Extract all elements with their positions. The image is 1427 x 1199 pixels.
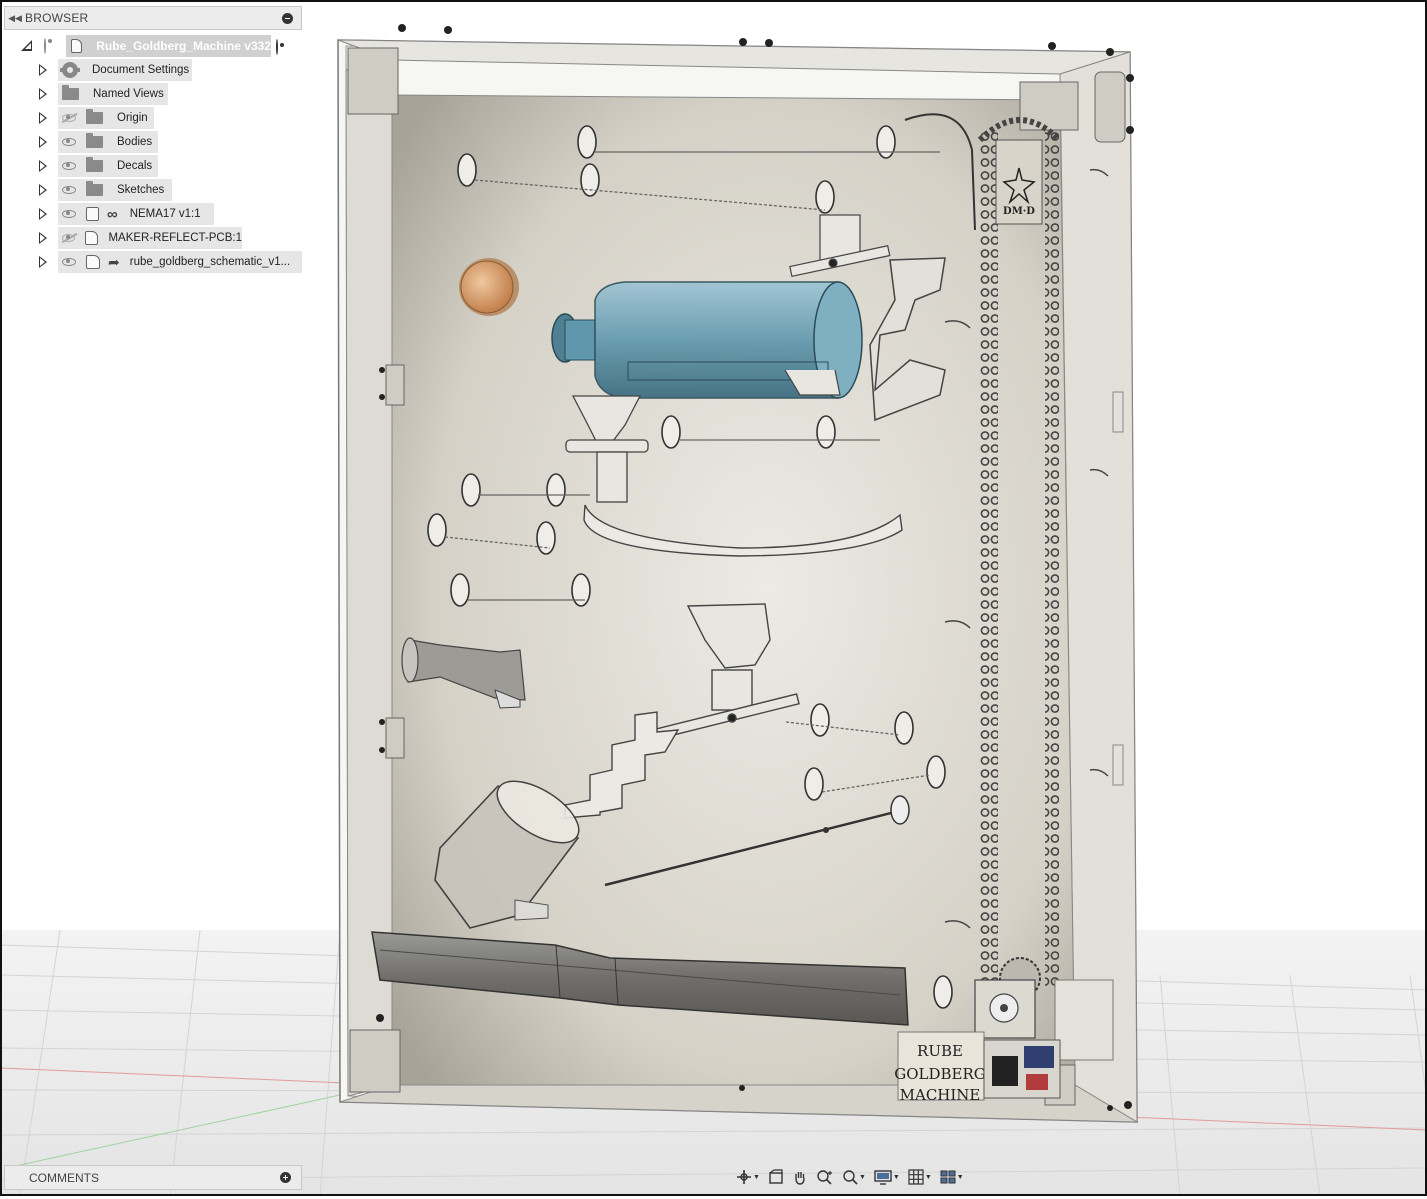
collapse-panel-icon[interactable]: ◀◀ bbox=[5, 13, 25, 24]
tree-item-label: Bodies bbox=[117, 136, 153, 148]
comments-panel[interactable]: COMMENTS bbox=[4, 1165, 302, 1190]
tree-item-origin[interactable]: Origin bbox=[4, 106, 304, 130]
collapsed-arrow-icon[interactable] bbox=[39, 160, 47, 172]
root-component[interactable]: Rube_Goldberg_Machine v332 bbox=[66, 35, 271, 57]
tree-item-nema17[interactable]: ∞ NEMA17 v1:1 bbox=[4, 202, 304, 226]
tree-item-sketches[interactable]: Sketches bbox=[4, 178, 304, 202]
gear-icon bbox=[60, 62, 80, 78]
collapsed-arrow-icon[interactable] bbox=[39, 256, 47, 268]
zoom-icon[interactable] bbox=[814, 1167, 836, 1187]
comments-title: COMMENTS bbox=[29, 1170, 99, 1185]
bottle bbox=[551, 281, 863, 399]
folder-icon bbox=[86, 181, 103, 196]
folder-icon bbox=[86, 157, 103, 172]
pan-icon[interactable] bbox=[790, 1167, 810, 1187]
fit-icon[interactable]: ▼ bbox=[840, 1167, 868, 1187]
schematic-link-icon: ➦ bbox=[108, 253, 120, 270]
tree-item-decals[interactable]: Decals bbox=[4, 154, 304, 178]
display-settings-icon[interactable]: ▼ bbox=[872, 1167, 902, 1187]
collapsed-arrow-icon[interactable] bbox=[39, 88, 47, 100]
pcb bbox=[983, 1039, 1061, 1099]
browser-tree: Rube_Goldberg_Machine v332 Document Sett… bbox=[4, 34, 304, 274]
orbit-icon[interactable]: ▼ bbox=[734, 1167, 762, 1187]
hidden-eye-icon[interactable] bbox=[62, 234, 76, 242]
minimize-panel-icon[interactable] bbox=[282, 12, 293, 24]
visibility-eye-icon[interactable] bbox=[44, 38, 46, 54]
viewports-icon[interactable]: ▼ bbox=[938, 1167, 966, 1187]
tree-item-label: Origin bbox=[117, 112, 148, 124]
grid-icon[interactable]: ▼ bbox=[906, 1167, 934, 1187]
collapsed-arrow-icon[interactable] bbox=[39, 64, 47, 76]
visibility-eye-icon[interactable] bbox=[62, 186, 76, 194]
tree-root-row[interactable]: Rube_Goldberg_Machine v332 bbox=[4, 34, 304, 58]
folder-icon bbox=[62, 85, 79, 100]
add-comment-icon[interactable] bbox=[280, 1172, 291, 1183]
penny bbox=[459, 258, 519, 316]
logo-text: DM·D bbox=[1003, 206, 1035, 217]
tree-item-label: Named Views bbox=[93, 88, 164, 100]
tree-item-maker-reflect-pcb[interactable]: MAKER-REFLECT-PCB:1 bbox=[4, 226, 304, 250]
component-icon bbox=[85, 231, 99, 245]
collapsed-arrow-icon[interactable] bbox=[39, 232, 47, 244]
browser-title: BROWSER bbox=[25, 11, 89, 25]
sign-line-2: GOLDBERG bbox=[894, 1065, 986, 1083]
visibility-eye-icon[interactable] bbox=[62, 138, 76, 146]
collapsed-arrow-icon[interactable] bbox=[39, 208, 47, 220]
navigation-toolbar: ▼ ▼ ▼ ▼ ▼ bbox=[734, 1165, 966, 1189]
component-icon bbox=[86, 207, 99, 221]
visibility-eye-icon[interactable] bbox=[62, 258, 76, 266]
browser-panel-header[interactable]: ◀◀ BROWSER bbox=[4, 6, 302, 30]
tree-item-named-views[interactable]: Named Views bbox=[4, 82, 304, 106]
folder-icon bbox=[86, 109, 103, 124]
tree-item-label: Sketches bbox=[117, 184, 165, 196]
tree-item-label: Decals bbox=[117, 160, 153, 172]
collapsed-arrow-icon[interactable] bbox=[39, 112, 47, 124]
visibility-eye-icon[interactable] bbox=[62, 162, 76, 170]
collapsed-arrow-icon[interactable] bbox=[39, 184, 47, 196]
link-icon: ∞ bbox=[107, 205, 118, 223]
root-component-label: Rube_Goldberg_Machine v332 bbox=[96, 39, 271, 53]
tree-item-document-settings[interactable]: Document Settings bbox=[4, 58, 304, 82]
tree-item-label: rube_goldberg_schematic_v1... bbox=[129, 256, 291, 268]
component-icon bbox=[71, 39, 83, 53]
tree-item-bodies[interactable]: Bodies bbox=[4, 130, 304, 154]
sign-line-3: MACHINE bbox=[900, 1086, 981, 1104]
activate-component-icon[interactable] bbox=[276, 39, 278, 55]
collapsed-arrow-icon[interactable] bbox=[39, 136, 47, 148]
expanded-arrow-icon[interactable] bbox=[21, 40, 32, 51]
visibility-eye-icon[interactable] bbox=[62, 210, 76, 218]
folder-icon bbox=[86, 133, 103, 148]
hidden-eye-icon[interactable] bbox=[62, 114, 76, 122]
backboard bbox=[391, 94, 1076, 1086]
tree-item-label: MAKER-REFLECT-PCB:1 bbox=[108, 232, 242, 244]
tree-item-schematic[interactable]: ➦ rube_goldberg_schematic_v1... bbox=[4, 250, 304, 274]
sign-line-1: RUBE bbox=[917, 1042, 963, 1060]
machine-sign: RUBE GOLDBERG MACHINE bbox=[894, 1031, 986, 1104]
look-at-icon[interactable] bbox=[766, 1167, 786, 1187]
tree-item-label: NEMA17 v1:1 bbox=[129, 208, 201, 220]
tree-item-label: Document Settings bbox=[92, 64, 190, 76]
component-icon bbox=[86, 255, 100, 269]
